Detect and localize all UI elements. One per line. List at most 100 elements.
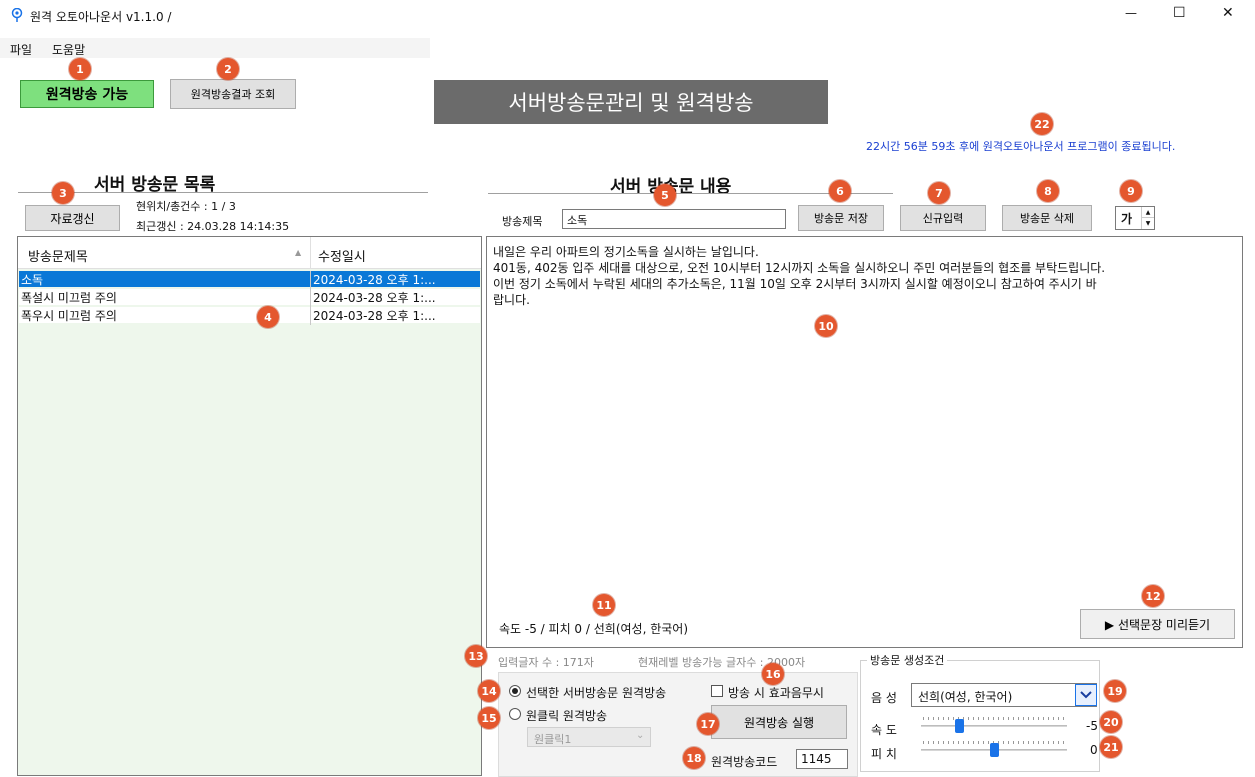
oneclick-select[interactable]: 원클릭1 ⌄ bbox=[527, 727, 651, 747]
callout-marker-15: 15 bbox=[478, 707, 500, 729]
content-line-3: 이번 정기 소독에서 누락된 세대의 추가소독은, 11월 10일 오후 2시부… bbox=[493, 277, 1097, 291]
sort-ascending-icon: ▲ bbox=[295, 248, 302, 257]
refresh-button[interactable]: 자료갱신 bbox=[25, 205, 120, 231]
callout-marker-17: 17 bbox=[697, 713, 719, 735]
callout-marker-2: 2 bbox=[217, 58, 239, 80]
spin-up-icon[interactable]: ▲ bbox=[1141, 207, 1154, 218]
mute-effect-checkbox[interactable] bbox=[711, 685, 723, 697]
column-header-modified[interactable]: 수정일시 bbox=[318, 246, 366, 265]
font-size-spinner[interactable]: 가 ▲ ▼ bbox=[1115, 206, 1155, 230]
row-title: 소독 bbox=[21, 273, 44, 287]
window-title: 원격 오토아나운서 v1.1.0 / bbox=[30, 10, 172, 24]
menu-file[interactable]: 파일 bbox=[10, 41, 32, 58]
close-button[interactable]: ✕ bbox=[1222, 5, 1234, 21]
shutdown-countdown: 22시간 56분 59초 후에 원격오토아나운서 프로그램이 종료됩니다. bbox=[866, 140, 1176, 153]
voice-select[interactable]: 선희(여성, 한국어) bbox=[911, 683, 1097, 707]
left-title-divider bbox=[18, 192, 428, 193]
callout-marker-9: 9 bbox=[1120, 180, 1142, 202]
callout-marker-19: 19 bbox=[1104, 680, 1126, 702]
speed-slider-track bbox=[921, 725, 1067, 727]
pitch-slider-thumb[interactable] bbox=[989, 743, 999, 757]
row-title: 폭설시 미끄럼 주의 bbox=[21, 291, 117, 305]
chevron-down-icon: ⌄ bbox=[636, 730, 645, 741]
callout-marker-6: 6 bbox=[829, 180, 851, 202]
callout-marker-12: 12 bbox=[1142, 585, 1164, 607]
broadcast-list[interactable]: 방송문제목 ▲ 수정일시 소독 2024-03-28 오후 1:... 폭설시 … bbox=[17, 236, 482, 776]
conditions-group-title: 방송문 생성조건 bbox=[867, 652, 948, 668]
broadcast-options-panel: 선택한 서버방송문 원격방송 원클릭 원격방송 원클릭1 ⌄ 방송 시 효과음무… bbox=[498, 672, 858, 777]
remote-broadcast-status-button[interactable]: 원격방송 가능 bbox=[20, 80, 154, 108]
maximize-button[interactable]: ☐ bbox=[1173, 5, 1186, 21]
content-line-2: 401동, 402동 입주 세대를 대상으로, 오전 10시부터 12시까지 소… bbox=[493, 261, 1106, 275]
content-line-4: 랍니다. bbox=[493, 293, 530, 307]
char-count-label: 입력글자 수 : 171자 bbox=[498, 656, 594, 669]
callout-marker-5: 5 bbox=[654, 184, 676, 206]
save-broadcast-button[interactable]: 방송문 저장 bbox=[798, 205, 884, 231]
radio-oneclick-broadcast[interactable] bbox=[509, 708, 521, 720]
callout-marker-1: 1 bbox=[69, 58, 91, 80]
minimize-button[interactable]: — bbox=[1125, 6, 1137, 20]
broadcast-title-label: 방송제목 bbox=[502, 215, 543, 228]
row-modified: 2024-03-28 오후 1:... bbox=[313, 309, 436, 323]
row-column-divider bbox=[310, 271, 311, 325]
speed-value: -5 bbox=[1086, 719, 1098, 733]
broadcast-results-button[interactable]: 원격방송결과 조회 bbox=[170, 79, 296, 109]
pitch-label: 피 치 bbox=[871, 747, 897, 761]
row-modified: 2024-03-28 오후 1:... bbox=[313, 291, 436, 305]
voice-label: 음 성 bbox=[871, 691, 897, 705]
callout-marker-7: 7 bbox=[928, 182, 950, 204]
callout-marker-10: 10 bbox=[815, 315, 837, 337]
list-row-2[interactable]: 폭설시 미끄럼 주의 2024-03-28 오후 1:... bbox=[19, 289, 480, 305]
last-refresh-label: 최근갱신 : 24.03.28 14:14:35 bbox=[136, 220, 290, 233]
row-modified: 2024-03-28 오후 1:... bbox=[313, 273, 436, 287]
radio-selected-broadcast-label[interactable]: 선택한 서버방송문 원격방송 bbox=[526, 684, 666, 701]
callout-marker-21: 21 bbox=[1100, 736, 1122, 758]
menu-help[interactable]: 도움말 bbox=[52, 41, 85, 58]
callout-marker-13: 13 bbox=[465, 645, 487, 667]
pitch-value: 0 bbox=[1090, 743, 1098, 757]
banner-title: 서버방송문관리 및 원격방송 bbox=[434, 80, 828, 124]
callout-marker-4: 4 bbox=[257, 306, 279, 328]
voice-status-text: 속도 -5 / 피치 0 / 선희(여성, 한국어) bbox=[499, 622, 689, 636]
content-line-1: 내일은 우리 아파트의 정기소독을 실시하는 날입니다. bbox=[493, 245, 759, 259]
broadcast-code-input[interactable]: 1145 bbox=[796, 749, 848, 769]
callout-marker-8: 8 bbox=[1037, 180, 1059, 202]
radio-selected-broadcast[interactable] bbox=[509, 685, 521, 697]
mute-effect-label[interactable]: 방송 시 효과음무시 bbox=[728, 684, 824, 701]
callout-marker-16: 16 bbox=[762, 663, 784, 685]
callout-marker-22: 22 bbox=[1031, 113, 1053, 135]
callout-marker-3: 3 bbox=[52, 182, 74, 204]
speed-label: 속 도 bbox=[871, 723, 897, 737]
speed-slider[interactable] bbox=[919, 715, 1069, 735]
column-divider bbox=[310, 237, 311, 269]
speed-slider-thumb[interactable] bbox=[955, 719, 965, 733]
conditions-group: 방송문 생성조건 음 성 선희(여성, 한국어) 속 도 -5 피 치 0 bbox=[860, 652, 1100, 772]
voice-select-value: 선희(여성, 한국어) bbox=[918, 690, 1013, 704]
list-row-1[interactable]: 소독 2024-03-28 오후 1:... bbox=[19, 271, 480, 287]
run-remote-broadcast-button[interactable]: 원격방송 실행 bbox=[711, 705, 847, 739]
delete-broadcast-button[interactable]: 방송문 삭제 bbox=[1002, 205, 1092, 231]
callout-marker-14: 14 bbox=[478, 680, 500, 702]
list-header: 방송문제목 ▲ 수정일시 bbox=[18, 237, 481, 269]
spin-down-icon[interactable]: ▼ bbox=[1141, 218, 1154, 229]
list-row-3[interactable]: 폭우시 미끄럼 주의 2024-03-28 오후 1:... bbox=[19, 307, 480, 323]
callout-marker-20: 20 bbox=[1100, 711, 1122, 733]
radio-oneclick-label[interactable]: 원클릭 원격방송 bbox=[526, 707, 607, 724]
column-header-title[interactable]: 방송문제목 bbox=[28, 246, 88, 265]
chevron-down-icon bbox=[1075, 684, 1097, 706]
broadcast-code-label: 원격방송코드 bbox=[711, 755, 778, 769]
oneclick-select-value: 원클릭1 bbox=[534, 733, 572, 746]
broadcast-title-input[interactable]: 소독 bbox=[562, 209, 786, 229]
menu-bar: 파일 도움말 bbox=[0, 38, 430, 58]
broadcast-content-textarea[interactable]: 내일은 우리 아파트의 정기소독을 실시하는 날입니다. 401동, 402동 … bbox=[486, 236, 1243, 648]
title-bar: 원격 오토아나운서 v1.1.0 / — ☐ ✕ bbox=[0, 0, 1255, 30]
pitch-slider[interactable] bbox=[919, 739, 1069, 759]
speed-slider-ticks bbox=[923, 717, 1065, 720]
position-count-label: 현위치/총건수 : 1 / 3 bbox=[136, 200, 236, 213]
font-size-value: 가 bbox=[1121, 212, 1133, 226]
preview-selected-button[interactable]: ▶ 선택문장 미리듣기 bbox=[1080, 609, 1235, 639]
callout-marker-18: 18 bbox=[683, 747, 705, 769]
callout-marker-11: 11 bbox=[593, 594, 615, 616]
app-icon bbox=[10, 7, 24, 22]
new-entry-button[interactable]: 신규입력 bbox=[900, 205, 986, 231]
